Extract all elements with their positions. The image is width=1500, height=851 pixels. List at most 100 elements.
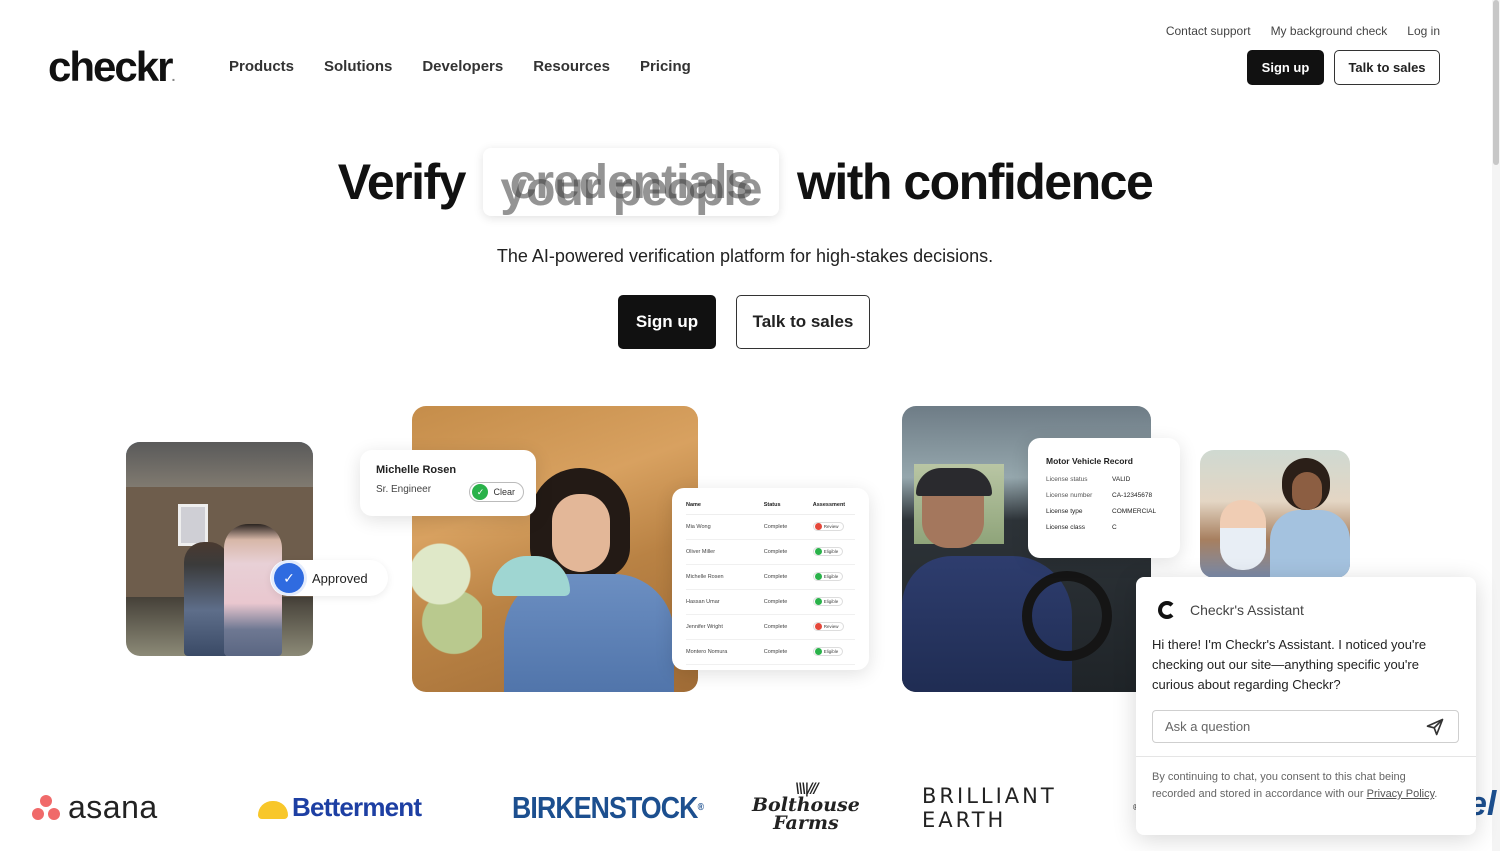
clear-status-pill: ✓ Clear (469, 482, 524, 502)
photo-window (178, 504, 208, 546)
checkr-logo[interactable]: checkr. (48, 46, 175, 88)
table-row: Jennifer Wright Complete Review (686, 614, 855, 640)
nav-solutions[interactable]: Solutions (324, 58, 392, 75)
row-assessment: Review (812, 614, 855, 640)
photo-baby (1220, 500, 1266, 570)
check-badge-icon: ✓ (274, 563, 304, 593)
mvr-row: License class C (1046, 524, 1162, 531)
nav-resources[interactable]: Resources (533, 58, 610, 75)
couple-house-photo (126, 442, 313, 656)
privacy-policy-link[interactable]: Privacy Policy (1367, 788, 1435, 800)
status-dot-icon (814, 548, 822, 555)
asana-dots-icon (30, 793, 62, 823)
assessment-label: Eligible (823, 574, 839, 579)
my-background-check-link[interactable]: My background check (1271, 24, 1388, 38)
headline-suffix: with confidence (796, 154, 1154, 210)
row-name: Oliver Miller (686, 539, 764, 565)
main-nav: Products Solutions Developers Resources … (229, 58, 691, 75)
table-row: Oliver Miller Complete Eligible (686, 539, 855, 565)
header-talk-to-sales-button[interactable]: Talk to sales (1334, 50, 1440, 85)
mvr-row: License number CA-12345678 (1046, 492, 1162, 499)
asana-wordmark: asana (68, 789, 158, 825)
bolthouse-wordmark-2: Farms (773, 812, 839, 835)
nav-products[interactable]: Products (229, 58, 294, 75)
assessment-tag: Eligible (812, 597, 844, 606)
mvr-value: COMMERCIAL (1112, 508, 1157, 515)
row-name: Montero Nomura (686, 639, 764, 665)
mvr-row: License status VALID (1046, 476, 1162, 483)
rotating-word-next: your people (500, 163, 762, 216)
candidates-table: Name Status Assessment Mia Wong Complete R… (686, 500, 855, 665)
row-status: Complete (763, 539, 813, 565)
brilliant-earth-logo: BRILLIANT EARTH® (922, 770, 1140, 845)
row-assessment: Eligible (812, 639, 855, 665)
header-sign-up-button[interactable]: Sign up (1247, 50, 1324, 85)
mvr-value: C (1112, 524, 1117, 531)
photo-plant (412, 526, 482, 686)
send-icon[interactable] (1425, 717, 1445, 737)
row-name: Mia Wong (686, 514, 764, 540)
engineer-at-desk-photo (412, 406, 698, 692)
mvr-key: License status (1046, 476, 1088, 483)
mvr-value: CA-12345678 (1112, 492, 1153, 499)
nav-developers[interactable]: Developers (422, 58, 503, 75)
hero-subtitle: The AI-powered verification platform for… (496, 246, 994, 266)
row-assessment: Review (812, 514, 855, 540)
betterment-sun-icon (258, 800, 288, 819)
check-circle-icon: ✓ (472, 484, 489, 500)
assessment-label: Review (823, 624, 839, 629)
photo-person-man (224, 524, 282, 656)
birkenstock-logo: BIRKENSTOCK ® (512, 789, 704, 825)
row-name: Michelle Rosen (686, 564, 764, 590)
brilliant-earth-wordmark: BRILLIANT EARTH (922, 783, 1057, 832)
assessment-label: Eligible (823, 549, 839, 554)
status-dot-icon (814, 573, 822, 580)
status-dot-icon (814, 598, 822, 605)
motor-vehicle-record-card: Motor Vehicle Record License status VALID… (1028, 438, 1180, 558)
photo-face (552, 494, 610, 572)
chat-question-input[interactable] (1152, 710, 1459, 743)
chat-message: Hi there! I'm Checkr's Assistant. I noti… (1152, 637, 1427, 692)
mvr-title: Motor Vehicle Record (1046, 456, 1133, 466)
assessment-tag: Eligible (812, 572, 844, 581)
row-status: Complete (763, 514, 813, 540)
col-assessment: Assessment (812, 500, 855, 515)
rotating-word-box: credentials your people (482, 148, 779, 216)
profile-card: Michelle Rosen Sr. Engineer ✓ Clear (360, 450, 536, 516)
hero-actions: Sign up Talk to sales (618, 295, 870, 349)
approved-label: Approved (312, 570, 368, 586)
row-status: Complete (763, 564, 813, 590)
scrollbar-thumb[interactable] (1493, 0, 1499, 165)
photo-driver-cap (916, 468, 992, 496)
photo-roof (126, 442, 313, 487)
status-dot-icon (814, 648, 822, 655)
logo-dot: . (171, 68, 176, 84)
hero-talk-to-sales-button[interactable]: Talk to sales (736, 295, 870, 349)
status-dot-icon (814, 523, 822, 530)
status-dot-icon (814, 623, 822, 630)
mvr-key: License class (1046, 524, 1086, 531)
log-in-link[interactable]: Log in (1407, 24, 1440, 38)
assessment-tag: Eligible (812, 647, 844, 656)
mvr-key: License type (1046, 508, 1083, 515)
row-status: Complete (763, 614, 813, 640)
assessment-tag: Review (812, 622, 844, 631)
betterment-wordmark: Betterment (292, 792, 422, 822)
assessment-label: Eligible (823, 649, 839, 654)
hero-sign-up-button[interactable]: Sign up (618, 295, 716, 349)
page-scrollbar[interactable] (1492, 0, 1500, 851)
col-name: Name (686, 500, 764, 515)
assistant-chat-widget: Checkr's Assistant Hi there! I'm Checkr'… (1136, 577, 1476, 835)
assessment-label: Eligible (823, 599, 839, 604)
table-row: Montero Nomura Complete Eligible (686, 639, 855, 665)
approved-badge: ✓ Approved (270, 560, 388, 596)
customer-logos: asana Betterment BIRKENSTOCK ® \\\|/// Bo… (30, 770, 1140, 845)
assessment-label: Review (823, 524, 839, 529)
header-actions: Sign up Talk to sales (1247, 50, 1440, 85)
nav-pricing[interactable]: Pricing (640, 58, 691, 75)
contact-support-link[interactable]: Contact support (1166, 24, 1251, 38)
row-assessment: Eligible (812, 589, 855, 615)
hero-headline: Verify credentials your people with conf… (0, 148, 1490, 216)
caregiver-photo (1200, 450, 1350, 578)
table-row: Mia Wong Complete Review (686, 514, 855, 540)
